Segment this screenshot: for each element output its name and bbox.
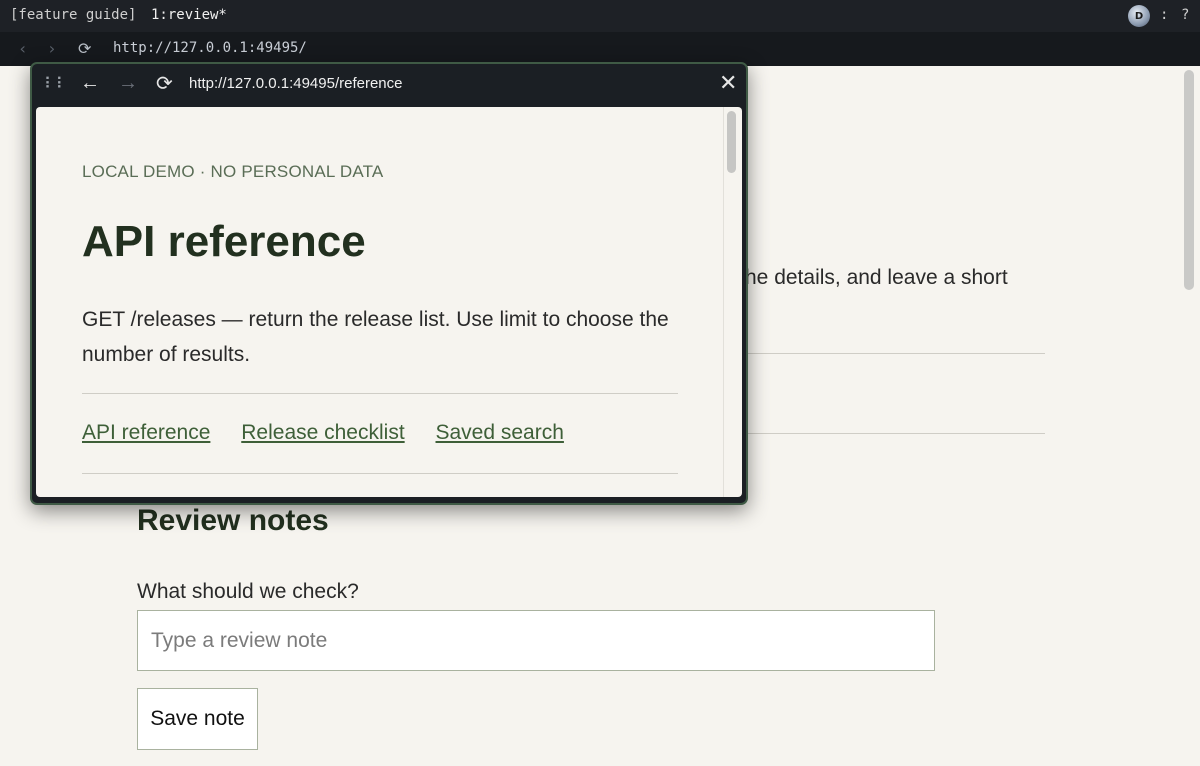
link-saved-search[interactable]: Saved search: [436, 421, 564, 444]
chevron-right-icon[interactable]: ›: [47, 39, 57, 58]
arrow-right-icon[interactable]: →: [118, 72, 138, 95]
chevron-left-icon[interactable]: ‹: [18, 39, 28, 58]
popup-scrollbar[interactable]: [727, 111, 736, 173]
popup-address-field[interactable]: http://127.0.0.1:49495/reference: [189, 75, 403, 92]
close-icon[interactable]: ✕: [719, 70, 737, 96]
save-note-button[interactable]: Save note: [137, 688, 258, 750]
divider: [745, 433, 1045, 434]
browser-url-bar: ‹ › ⟳ http://127.0.0.1:49495/: [0, 32, 1200, 66]
reload-icon[interactable]: ⟳: [156, 71, 173, 96]
reference-popup-window: ⠇⠇ ← → ⟳ http://127.0.0.1:49495/referenc…: [30, 62, 748, 505]
review-notes-heading: Review notes: [137, 504, 329, 537]
reference-links: API reference Release checklist Saved se…: [82, 421, 589, 445]
intro-text: he details, and leave a short: [745, 266, 1008, 289]
divider: [82, 393, 678, 394]
divider: [82, 473, 678, 474]
note-field-label: What should we check?: [137, 580, 359, 603]
help-icon[interactable]: ?: [1181, 7, 1189, 23]
link-release-checklist[interactable]: Release checklist: [241, 421, 404, 444]
reload-icon[interactable]: ⟳: [78, 39, 91, 58]
drag-handle-icon[interactable]: ⠇⠇: [44, 74, 67, 94]
page-title: API reference: [82, 217, 366, 266]
popup-toolbar: ⠇⠇ ← → ⟳ http://127.0.0.1:49495/referenc…: [32, 64, 746, 104]
page-scrollbar[interactable]: [1184, 70, 1194, 290]
demo-notice: LOCAL DEMO · NO PERSONAL DATA: [82, 162, 384, 181]
window-tab-review[interactable]: 1:review*: [151, 7, 227, 23]
user-avatar[interactable]: D: [1128, 5, 1150, 27]
popup-scroll-track: [723, 107, 724, 497]
more-menu-icon[interactable]: :: [1160, 7, 1168, 23]
link-api-reference[interactable]: API reference: [82, 421, 210, 444]
divider: [745, 353, 1045, 354]
review-note-input[interactable]: [137, 610, 935, 671]
popup-content: LOCAL DEMO · NO PERSONAL DATA API refere…: [36, 107, 742, 497]
arrow-left-icon[interactable]: ←: [80, 72, 100, 95]
address-field[interactable]: http://127.0.0.1:49495/: [113, 40, 307, 56]
api-description: GET /releases — return the release list.…: [82, 308, 669, 366]
terminal-title-bar: [feature guide] 1:review* D : ?: [0, 0, 1200, 32]
session-name: [feature guide]: [10, 7, 137, 23]
